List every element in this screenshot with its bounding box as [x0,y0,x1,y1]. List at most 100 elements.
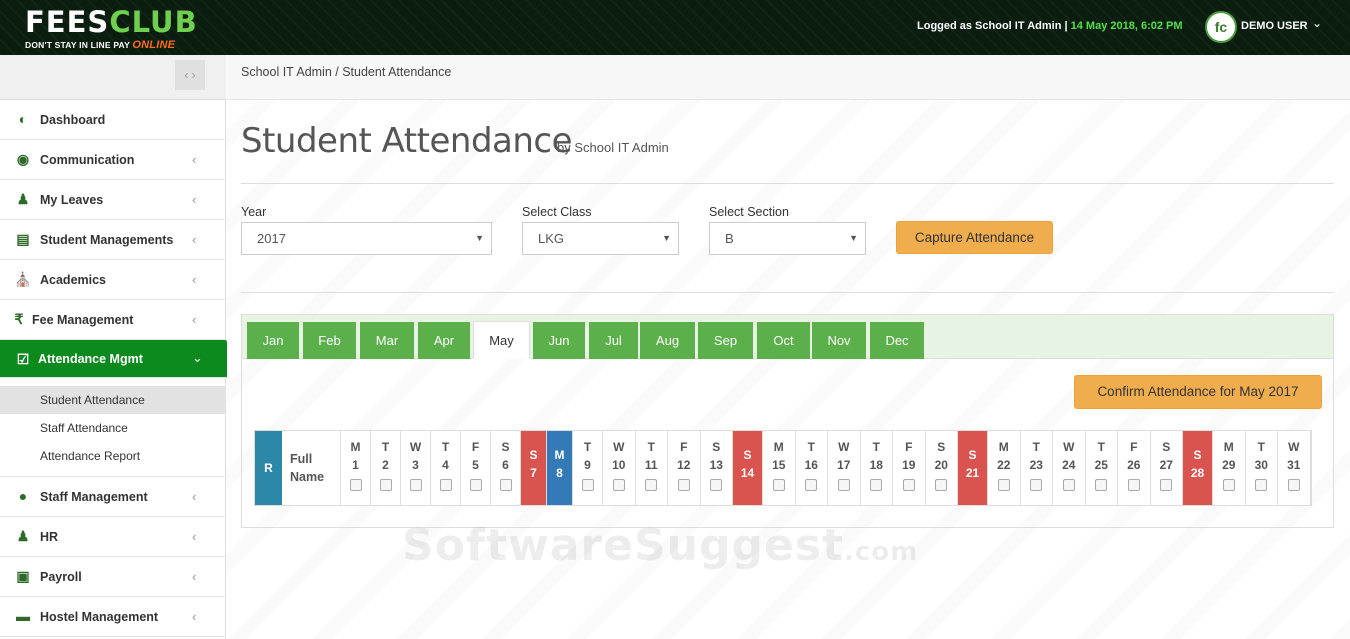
tab-oct[interactable]: Oct [757,322,810,359]
tab-aug[interactable]: Aug [640,322,695,359]
day-checkbox[interactable] [772,479,785,491]
day-checkbox[interactable] [499,479,512,491]
tab-jul[interactable]: Jul [589,322,638,359]
tab-jun[interactable]: Jun [533,322,585,359]
day-checkbox[interactable] [612,479,625,491]
capture-attendance-button[interactable]: Capture Attendance [896,221,1053,254]
tab-jan[interactable]: Jan [247,322,299,359]
class-select[interactable]: LKG ▼ [522,222,679,255]
day-checkbox[interactable] [1062,479,1075,491]
logged-as-text: Logged as School IT Admin | [917,20,1068,32]
page-subtitle: by School IT Admin [557,140,669,155]
section-select-value: B [725,231,734,246]
full-name-header-line2: Name [290,470,325,484]
class-select-value: LKG [538,231,565,246]
day-checkbox[interactable] [439,479,452,491]
day-number: 29 [1222,458,1236,472]
submenu-item-attendance-report[interactable]: Attendance Report [0,442,226,470]
caret-down-icon: ▼ [662,233,671,243]
day-number: 2 [382,458,389,472]
day-checkbox[interactable] [1030,479,1043,491]
day-number: 5 [472,458,479,472]
day-checkbox[interactable] [677,479,690,491]
sidebar-item-staff-management[interactable]: ● Staff Management ‹ [0,477,226,517]
roll-header: R [255,431,282,505]
attendance-grid: R Full Name M 1 T 2 W 3 T 4 F 5 S 6 S 7 M 8 T 9 W 10 T 11 F 12 S… [254,430,1312,506]
day-checkbox[interactable] [469,479,482,491]
logo-tagline-online: ONLINE [132,39,176,51]
day-letter: M [554,448,565,462]
tab-may[interactable]: May [473,321,530,359]
day-checkbox[interactable] [710,479,723,491]
sidebar-item-student-managements[interactable]: ▤ Student Managements ‹ [0,220,226,260]
attendance-submenu: Student Attendance Staff Attendance Atte… [0,378,226,477]
day-column-7: S7 [521,431,547,505]
day-checkbox[interactable] [349,479,362,491]
avatar[interactable]: fc [1205,11,1237,43]
day-checkbox[interactable] [805,479,818,491]
sidebar-item-attendance-mgmt[interactable]: ☑ Attendance Mgmt ⌄ [0,340,237,378]
section-select[interactable]: B ▼ [709,222,866,255]
tab-apr[interactable]: Apr [418,322,470,359]
day-number: 1 [352,458,359,472]
logo-fees: FEES [25,5,110,39]
tab-sep[interactable]: Sep [698,322,753,359]
day-number: 19 [902,458,916,472]
year-select[interactable]: 2017 ▼ [241,222,492,255]
day-number: 22 [997,458,1011,472]
sidebar-item-hr[interactable]: ♟ HR ‹ [0,517,226,557]
day-letter: M [773,440,784,454]
day-checkbox[interactable] [1095,479,1108,491]
day-checkbox[interactable] [645,479,658,491]
sidebar-item-payroll[interactable]: ▣ Payroll ‹ [0,557,226,597]
month-tabs: Jan Feb Mar Apr May Jun Jul Aug Sep Oct … [242,315,1333,359]
tab-mar[interactable]: Mar [360,322,414,359]
day-checkbox[interactable] [837,479,850,491]
comments-icon: ◉ [16,151,30,167]
day-letter: S [1193,448,1202,462]
day-checkbox[interactable] [1127,479,1140,491]
sidebar-collapse-button[interactable]: ‹ › [175,60,205,90]
day-checkbox[interactable] [581,479,594,491]
day-number: 16 [804,458,818,472]
day-checkbox[interactable] [935,479,948,491]
id-card-icon: ▤ [16,231,30,247]
tab-feb[interactable]: Feb [303,322,356,359]
day-letter: F [1130,440,1138,454]
tab-dec[interactable]: Dec [870,322,924,359]
sidebar-item-communication[interactable]: ◉ Communication ‹ [0,140,226,180]
sidebar-item-dashboard[interactable]: ◐ Dashboard [0,100,226,140]
day-letter: W [409,440,422,454]
day-number: 9 [584,458,591,472]
sidebar-item-hostel-management[interactable]: ▬ Hostel Management ‹ [0,597,226,637]
day-letter: T [1257,440,1265,454]
submenu-item-staff-attendance[interactable]: Staff Attendance [0,414,226,442]
chevron-left-icon: ‹ [192,272,197,287]
day-checkbox[interactable] [1287,479,1300,491]
sidebar-item-my-leaves[interactable]: ♟ My Leaves ‹ [0,180,226,220]
day-checkbox[interactable] [997,479,1010,491]
divider [241,292,1334,293]
user-name[interactable]: DEMO USER [1241,20,1308,32]
day-checkbox[interactable] [902,479,915,491]
submenu-item-student-attendance[interactable]: Student Attendance [0,386,226,414]
day-letter: S [743,448,752,462]
day-checkbox[interactable] [1255,479,1268,491]
sidebar-item-fee-management[interactable]: ₹ Fee Management ‹ [0,300,226,340]
day-number: 26 [1127,458,1141,472]
day-checkbox[interactable] [379,479,392,491]
day-number: 3 [412,458,419,472]
day-number: 12 [677,458,691,472]
day-checkbox[interactable] [870,479,883,491]
chevron-down-icon[interactable]: ⌄ [1312,16,1322,30]
day-checkbox[interactable] [1160,479,1173,491]
confirm-attendance-button[interactable]: Confirm Attendance for May 2017 [1074,375,1322,409]
day-checkbox[interactable] [409,479,422,491]
sidebar-item-academics[interactable]: ⛪ Academics ‹ [0,260,226,300]
day-letter: S [937,440,946,454]
day-column-14: S 14 [733,431,763,505]
logo[interactable]: FEESCLUB DON'T STAY IN LINE PAY ONLINE [25,6,198,51]
tab-nov[interactable]: Nov [812,322,866,359]
day-checkbox[interactable] [1222,479,1235,491]
day-number: 24 [1062,458,1076,472]
